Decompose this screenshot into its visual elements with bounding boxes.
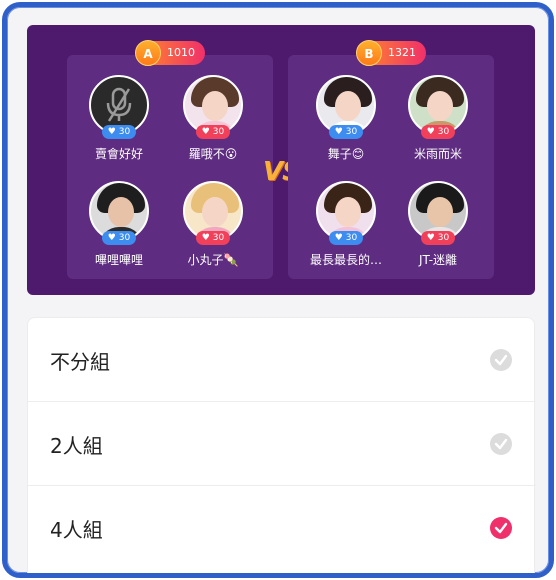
player-name: 舞子😊 bbox=[327, 147, 365, 161]
team-b-score-pill: B 1321 bbox=[356, 40, 426, 66]
player-b4[interactable]: ♥ 30 JT-迷離 bbox=[388, 173, 488, 273]
hearts-badge: ♥ 30 bbox=[421, 125, 455, 139]
player-a3[interactable]: ♥ 30 嗶哩嗶哩 bbox=[69, 173, 169, 273]
hearts-badge: ♥ 30 bbox=[421, 231, 455, 245]
hearts-badge: ♥ 30 bbox=[196, 231, 230, 245]
player-a2[interactable]: ♥ 30 羅哦不😮 bbox=[163, 67, 263, 167]
option-label: 不分組 bbox=[50, 350, 110, 374]
player-name: 最長最長的… bbox=[309, 253, 382, 267]
player-a4[interactable]: ♥ 30 小丸子🍡 bbox=[163, 173, 263, 273]
player-b1[interactable]: ♥ 30 舞子😊 bbox=[296, 67, 396, 167]
app-frame: A 1010 ♥ 30 賣會好好 ♥ 30 羅哦不😮 ♥ 30 嗶哩嗶哩 ♥ 3… bbox=[2, 2, 554, 578]
player-b2[interactable]: ♥ 30 米雨而米 bbox=[388, 67, 488, 167]
hearts-badge: ♥ 30 bbox=[102, 125, 136, 139]
option-4-person[interactable]: 4人組 bbox=[28, 486, 536, 570]
player-b3[interactable]: ♥ 30 最長最長的… bbox=[296, 173, 396, 273]
team-b-panel: B 1321 ♥ 30 舞子😊 ♥ 30 米雨而米 ♥ 30 最長最長的… ♥ … bbox=[288, 40, 494, 279]
check-icon bbox=[490, 349, 512, 371]
player-name: 羅哦不😮 bbox=[188, 147, 238, 161]
group-options-list: 不分組 2人組 4人組 bbox=[27, 317, 536, 573]
player-name: JT-迷離 bbox=[418, 253, 458, 267]
team-a-panel: A 1010 ♥ 30 賣會好好 ♥ 30 羅哦不😮 ♥ 30 嗶哩嗶哩 ♥ 3… bbox=[67, 40, 273, 279]
pk-battle-panel: A 1010 ♥ 30 賣會好好 ♥ 30 羅哦不😮 ♥ 30 嗶哩嗶哩 ♥ 3… bbox=[27, 25, 535, 295]
player-name: 米雨而米 bbox=[413, 147, 462, 161]
hearts-badge: ♥ 30 bbox=[102, 231, 136, 245]
hearts-badge: ♥ 30 bbox=[329, 231, 363, 245]
team-a-badge: A bbox=[135, 40, 161, 66]
player-name: 小丸子🍡 bbox=[187, 253, 239, 267]
player-a1[interactable]: ♥ 30 賣會好好 bbox=[69, 67, 169, 167]
check-icon bbox=[490, 433, 512, 455]
player-name: 賣會好好 bbox=[94, 147, 143, 161]
team-b-badge: B bbox=[356, 40, 382, 66]
option-label: 4人組 bbox=[50, 518, 103, 542]
team-a-score-pill: A 1010 bbox=[135, 40, 205, 66]
team-a-score: 1010 bbox=[167, 46, 195, 59]
option-no-group[interactable]: 不分組 bbox=[28, 318, 536, 402]
check-selected-icon bbox=[490, 517, 512, 539]
option-label: 2人組 bbox=[50, 434, 103, 458]
player-name: 嗶哩嗶哩 bbox=[94, 253, 143, 267]
team-b-score: 1321 bbox=[388, 46, 416, 59]
hearts-badge: ♥ 30 bbox=[329, 125, 363, 139]
hearts-badge: ♥ 30 bbox=[196, 125, 230, 139]
option-2-person[interactable]: 2人組 bbox=[28, 402, 536, 486]
